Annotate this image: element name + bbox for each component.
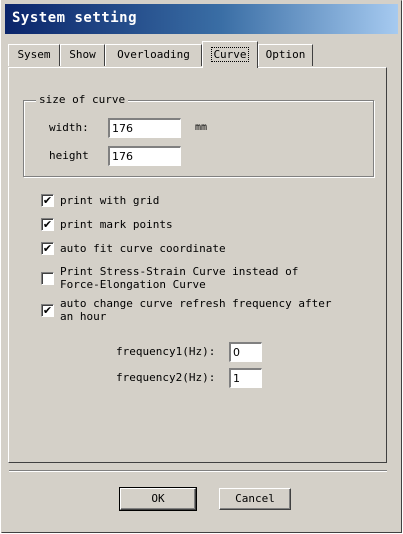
tab-label: Curve: [211, 47, 249, 62]
width-label: width:: [49, 121, 89, 134]
frequency2-input[interactable]: 1: [229, 368, 262, 388]
window-title: System setting: [12, 10, 138, 26]
tab-label: Show: [69, 48, 96, 61]
checkbox-label-line2: an hour: [60, 310, 107, 323]
tab-label: Option: [265, 48, 306, 61]
auto-refresh-frequency-checkbox[interactable]: ✔: [41, 304, 54, 317]
frequency1-input[interactable]: 0: [229, 342, 262, 362]
ok-button[interactable]: OK: [119, 487, 197, 511]
separator: [9, 470, 387, 472]
title-bar[interactable]: System setting: [5, 4, 398, 34]
height-label: height: [49, 149, 89, 162]
checkbox-label-line1: Print Stress-Strain Curve instead of: [60, 265, 299, 278]
tab-sysem[interactable]: Sysem: [8, 44, 60, 66]
checkbox-label: print mark points: [60, 218, 173, 231]
frequency2-label: frequency2(Hz):: [116, 371, 216, 384]
checkbox-label: auto fit curve coordinate: [60, 242, 226, 255]
checkbox-label-line2: Force-Elongation Curve: [60, 278, 206, 291]
tab-option[interactable]: Option: [258, 44, 313, 66]
height-input[interactable]: 176: [108, 146, 181, 166]
cancel-button[interactable]: Cancel: [219, 488, 291, 510]
checkbox-label: print with grid: [60, 194, 160, 207]
size-of-curve-group: [23, 100, 374, 177]
frequency1-label: frequency1(Hz):: [116, 345, 216, 358]
tab-show[interactable]: Show: [60, 44, 105, 66]
width-input[interactable]: 176: [108, 118, 181, 138]
tab-overloading[interactable]: Overloading: [105, 44, 202, 66]
auto-fit-coordinate-checkbox[interactable]: ✔: [41, 242, 54, 255]
tab-curve[interactable]: Curve: [202, 41, 258, 68]
checkbox-label-line1: auto change curve refresh frequency afte…: [60, 297, 332, 310]
print-mark-points-checkbox[interactable]: ✔: [41, 218, 54, 231]
width-unit: mm: [195, 122, 208, 133]
tab-label: Overloading: [117, 48, 190, 61]
group-legend: size of curve: [36, 93, 129, 106]
print-with-grid-checkbox[interactable]: ✔: [41, 194, 54, 207]
tab-label: Sysem: [17, 48, 51, 61]
stress-strain-curve-checkbox[interactable]: [41, 272, 54, 285]
